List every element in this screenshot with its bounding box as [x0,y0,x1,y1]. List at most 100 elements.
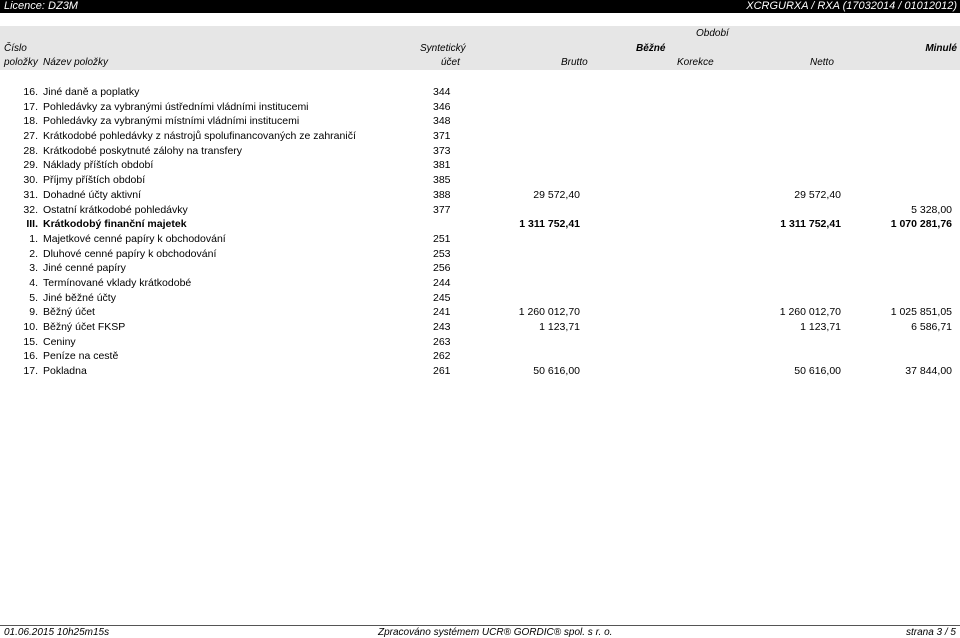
row-number: 29. [23,159,38,172]
row-name: Dluhové cenné papíry k obchodování [43,247,217,260]
row-number: 18. [23,115,38,128]
table-header: Období Číslo Syntetický Běžné Minulé pol… [0,26,960,70]
row-account: 385 [433,174,451,187]
row-netto: 50 616,00 [794,365,841,378]
row-brutto: 29 572,40 [533,188,580,201]
row-name: Dohadné účty aktivní [43,188,142,201]
row-account: 263 [433,335,451,348]
row-name: Jiné daně a poplatky [43,86,140,98]
row-name: Krátkodobé pohledávky z nástrojů spolufi… [43,130,356,143]
row-number: 4. [29,276,38,289]
row-account: 251 [433,232,451,245]
table-row: 29. Náklady příštích období 381 [0,158,960,173]
report-top-bar: Licence: DZ3M XCRGURXA / RXA (17032014 /… [0,0,960,13]
report-code: XCRGURXA / RXA (17032014 / 01012012) [746,0,957,12]
table-row: 16. Peníze na cestě 262 [0,349,960,364]
row-number: 30. [23,174,38,187]
table-row: 28. Krátkodobé poskytnuté zálohy na trans… [0,144,960,159]
row-account: 377 [433,203,451,216]
table-row: 3. Jiné cenné papíry 256 [0,261,960,276]
table-row: 17. Pohledávky za vybranými ústředními vl… [0,100,960,115]
row-minule: 5 328,00 [911,203,952,216]
row-name: Peníze na cestě [43,350,119,363]
row-account: 346 [433,100,451,113]
table-row: 10. Běžný účet FKSP 243 1 123,71 1 123,71 6 5… [0,320,960,335]
table-row: 17. Pokladna 261 50 616,00 50 616,00 37 844,0… [0,364,960,379]
row-account: 243 [433,321,451,333]
row-name: Běžný účet [43,306,95,319]
footer-system: Zpracováno systémem UCR® GORDIC® spol. s… [378,627,613,638]
row-account: 261 [433,365,451,378]
row-number: 28. [23,144,38,157]
row-number: III. [26,218,38,231]
row-number: 27. [23,130,38,143]
table-row: 2. Dluhové cenné papíry k obchodování 253 [0,247,960,262]
footer-page-number: strana 3 / 5 [905,627,956,638]
header-brutto: Brutto [561,57,588,68]
row-account: 256 [433,262,451,275]
header-minule: Minulé [925,43,957,54]
row-brutto: 1 260 012,70 [518,306,580,319]
row-name: Krátkodobý finanční majetek [43,218,187,231]
row-account: 371 [433,130,451,143]
row-netto: 29 572,40 [794,188,841,201]
header-netto: Netto [810,57,834,68]
row-account: 344 [433,86,451,98]
row-name: Krátkodobé poskytnuté zálohy na transfer… [43,144,243,157]
row-netto: 1 260 012,70 [779,306,841,319]
table-row: 30. Příjmy příštích období 385 [0,173,960,188]
row-number: 31. [23,188,38,201]
header-nazev: Název položky [43,57,109,68]
row-name: Příjmy příštích období [43,174,146,187]
header-polozky: položky [4,57,38,68]
header-synteticky: Syntetický [420,43,466,54]
header-ucet: účet [441,57,460,68]
row-name: Pokladna [43,365,87,378]
row-account: 241 [433,306,451,319]
row-name: Termínované vklady krátkodobé [43,276,192,289]
row-account: 245 [433,291,451,304]
row-account: 244 [433,276,451,289]
row-name: Pohledávky za vybranými místními vládním… [43,115,300,128]
table-row: 9. Běžný účet 241 1 260 012,70 1 260 012,70 1… [0,305,960,320]
footer-timestamp: 01.06.2015 10h25m15s [4,627,110,638]
table-row: 16. Jiné daně a poplatky 344 [0,85,960,100]
row-name: Ceniny [43,335,76,348]
report-footer: 01.06.2015 10h25m15s Zpracováno systémem… [0,625,960,638]
row-number: 17. [23,100,38,113]
row-number: 16. [23,350,38,363]
row-number: 1. [29,232,38,245]
row-account: 253 [433,247,451,260]
table-body: 16. Jiné daně a poplatky 344 17. Pohledávky … [0,85,960,379]
header-obdobi: Období [696,28,729,39]
header-korekce: Korekce [677,57,714,68]
row-minule: 1 070 281,76 [890,218,952,231]
row-number: 2. [29,247,38,260]
table-row: 4. Termínované vklady krátkodobé 244 [0,276,960,291]
header-bezne: Běžné [636,43,666,54]
row-name: Jiné běžné účty [43,291,116,304]
header-cislo: Číslo [4,43,27,54]
row-netto: 1 311 752,41 [780,218,841,231]
row-name: Ostatní krátkodobé pohledávky [43,203,188,216]
row-netto: 1 123,71 [800,321,841,333]
row-name: Jiné cenné papíry [43,262,126,275]
row-number: 16. [23,86,38,98]
table-row: 32. Ostatní krátkodobé pohledávky 377 5 328… [0,203,960,218]
table-row: III. Krátkodobý finanční majetek 1 311 752… [0,217,960,232]
row-number: 3. [29,262,38,275]
row-number: 15. [23,335,38,348]
row-account: 373 [433,144,451,157]
row-name: Náklady příštích období [43,159,154,172]
row-name: Běžný účet FKSP [43,321,126,333]
row-number: 17. [23,365,38,378]
row-name: Pohledávky za vybranými ústředními vládn… [43,100,309,113]
table-row: 15. Ceniny 263 [0,335,960,350]
row-minule: 1 025 851,05 [890,306,952,319]
table-row: 31. Dohadné účty aktivní 388 29 572,40 29 57… [0,188,960,203]
row-number: 5. [29,291,38,304]
table-row: 27. Krátkodobé pohledávky z nástrojů spol… [0,129,960,144]
table-row: 1. Majetkové cenné papíry k obchodování 25… [0,232,960,247]
licence-label: Licence: DZ3M [4,0,78,12]
row-brutto: 50 616,00 [533,365,580,378]
